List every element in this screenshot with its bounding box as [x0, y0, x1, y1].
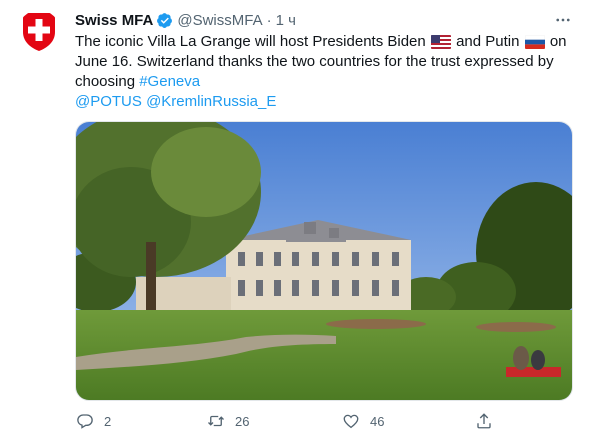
reply-icon [77, 414, 93, 429]
hashtag-link[interactable]: #Geneva [139, 73, 200, 90]
tweet-header: Swiss MFA @SwissMFA · 1 ч [75, 10, 575, 30]
retweet-count: 26 [235, 413, 250, 429]
tweet-photo[interactable] [75, 121, 573, 401]
author-handle[interactable]: @SwissMFA [177, 12, 262, 29]
heart-icon [343, 414, 359, 429]
retweet-button[interactable]: 26 [207, 412, 249, 430]
tweet-text-part: and Putin [456, 33, 520, 50]
tweet-text-part: June 16. Switzerland thanks the two coun… [75, 53, 554, 70]
mention-link[interactable]: @KremlinRussia_E [146, 93, 276, 110]
author-name[interactable]: Swiss MFA [75, 12, 153, 29]
tweet-time[interactable]: 1 ч [276, 12, 296, 29]
mention-link[interactable]: @POTUS [75, 93, 142, 110]
verified-badge-icon [157, 12, 173, 28]
reply-count: 2 [104, 413, 112, 429]
us-flag-emoji [430, 35, 451, 49]
tweet-text-part: on [549, 33, 567, 50]
villa-photo-image [76, 122, 572, 400]
tweet-actions: 2 26 46 [72, 412, 502, 436]
swiss-flag-shield-icon [23, 13, 55, 51]
russia-flag-emoji [524, 35, 545, 49]
tweet-text: The iconic Villa La Grange will host Pre… [75, 32, 567, 112]
share-icon [477, 413, 491, 429]
retweet-icon [208, 415, 224, 427]
share-button[interactable] [475, 412, 493, 430]
tweet-text-part: choosing [75, 73, 136, 90]
like-count: 46 [370, 413, 385, 429]
reply-button[interactable]: 2 [76, 412, 111, 430]
like-button[interactable]: 46 [342, 412, 384, 430]
tweet-text-part: The iconic Villa La Grange will host Pre… [75, 33, 426, 50]
separator-dot: · [266, 11, 272, 29]
more-options-icon[interactable] [551, 8, 575, 32]
avatar[interactable] [18, 10, 60, 52]
